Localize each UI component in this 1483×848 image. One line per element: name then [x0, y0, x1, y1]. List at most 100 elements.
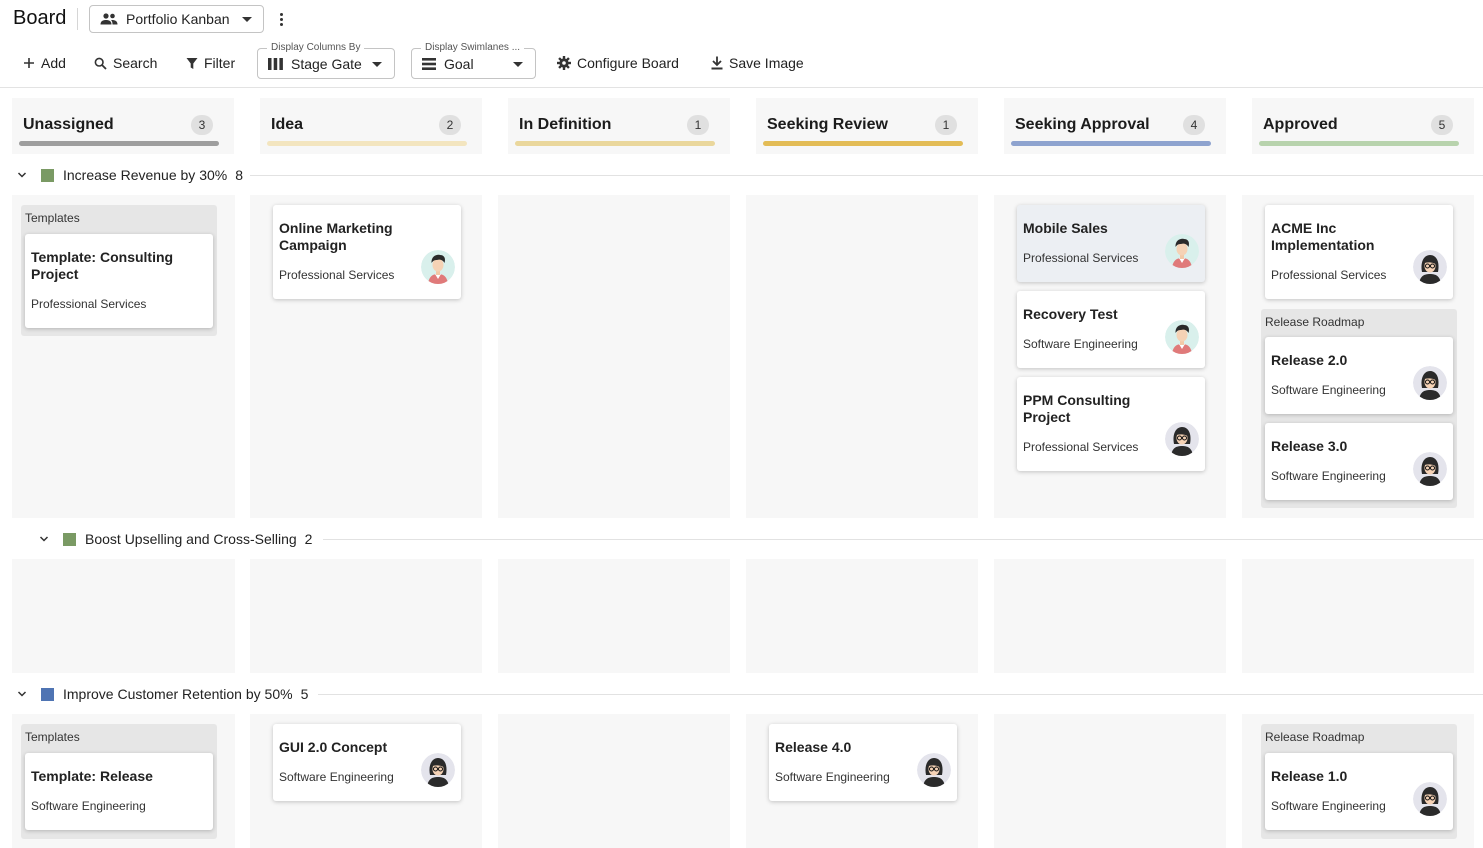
card-subtitle: Software Engineering — [775, 770, 890, 784]
card-release-1-0[interactable]: Release 1.0 Software Engineering — [1265, 753, 1453, 830]
column-color-bar — [19, 141, 219, 146]
avatar-icon — [421, 753, 455, 787]
lane-cell — [994, 714, 1226, 848]
card-online-marketing[interactable]: Online Marketing Campaign Professional S… — [273, 205, 461, 299]
search-button[interactable]: Search — [94, 52, 157, 74]
swimlane-divider — [318, 694, 1483, 695]
save-image-button[interactable]: Save Image — [711, 52, 804, 74]
column-count-badge: 5 — [1431, 115, 1453, 135]
add-label: Add — [41, 55, 66, 71]
card-template-consulting[interactable]: Template: Consulting Project Professiona… — [25, 234, 213, 328]
column-count-badge: 1 — [687, 115, 709, 135]
group-label: Templates — [25, 730, 80, 744]
swimlane-color-square — [63, 532, 76, 546]
lane-cell — [250, 559, 482, 673]
card-subtitle: Software Engineering — [1271, 383, 1386, 397]
lane-cell — [746, 559, 978, 673]
card-release-3-0[interactable]: Release 3.0 Software Engineering — [1265, 423, 1453, 500]
card-gui-concept[interactable]: GUI 2.0 Concept Software Engineering — [273, 724, 461, 801]
column-header-approved: Approved 5 — [1252, 98, 1474, 154]
people-icon — [100, 13, 118, 25]
avatar-icon — [1413, 782, 1447, 816]
configure-board-label: Configure Board — [577, 55, 679, 71]
avatar-icon — [1165, 320, 1199, 354]
card-title: PPM Consulting Project — [1023, 392, 1131, 425]
chevron-down-icon[interactable] — [17, 170, 27, 180]
display-swimlanes-value: Goal — [444, 55, 474, 72]
display-columns-value: Stage Gate — [291, 55, 362, 72]
avatar-icon — [421, 250, 455, 284]
card-title: Mobile Sales — [1023, 220, 1108, 236]
caret-down-icon — [372, 62, 382, 67]
divider — [77, 8, 78, 30]
card-ppm-consulting[interactable]: PPM Consulting Project Professional Serv… — [1017, 377, 1205, 471]
chevron-down-icon[interactable] — [17, 689, 27, 699]
card-title: Release 1.0 — [1271, 768, 1348, 784]
filter-button[interactable]: Filter — [186, 52, 235, 74]
gear-icon — [557, 56, 571, 70]
column-name: Approved — [1263, 116, 1338, 133]
card-subtitle: Software Engineering — [31, 799, 146, 813]
group-label: Release Roadmap — [1265, 315, 1365, 329]
caret-down-icon — [242, 17, 252, 22]
card-subtitle: Software Engineering — [1023, 337, 1138, 351]
card-subtitle: Professional Services — [1023, 440, 1139, 454]
card-subtitle: Software Engineering — [279, 770, 394, 784]
swimlane-color-square — [41, 687, 54, 701]
card-acme-implementation[interactable]: ACME Inc Implementation Professional Ser… — [1265, 205, 1453, 299]
card-template-release[interactable]: Template: Release Software Engineering — [25, 753, 213, 830]
avatar-icon — [1413, 366, 1447, 400]
swimlane-divider — [323, 539, 1483, 540]
card-subtitle: Software Engineering — [1271, 469, 1386, 483]
column-header-seeking-review: Seeking Review 1 — [756, 98, 978, 154]
display-swimlanes-legend: Display Swimlanes ... — [421, 42, 525, 53]
more-options-icon[interactable] — [272, 8, 290, 30]
swimlane-color-square — [41, 168, 54, 182]
lane-cell — [1242, 559, 1474, 673]
group-label: Release Roadmap — [1265, 730, 1365, 744]
avatar-icon — [917, 753, 951, 787]
display-columns-select[interactable]: Display Columns By Stage Gate — [257, 42, 395, 79]
column-color-bar — [1011, 141, 1211, 146]
card-release-4-0[interactable]: Release 4.0 Software Engineering — [769, 724, 957, 801]
column-name: In Definition — [519, 116, 612, 133]
lane-cell — [498, 559, 730, 673]
add-button[interactable]: Add — [23, 52, 66, 74]
card-title: GUI 2.0 Concept — [279, 739, 388, 755]
swimlane-header-improve-retention: Improve Customer Retention by 50% 5 — [17, 683, 308, 705]
column-count-badge: 3 — [191, 115, 213, 135]
caret-down-icon — [513, 62, 523, 67]
display-swimlanes-select[interactable]: Display Swimlanes ... Goal — [411, 42, 536, 79]
configure-board-button[interactable]: Configure Board — [557, 52, 679, 74]
column-color-bar — [515, 141, 715, 146]
swimlane-count: 8 — [235, 167, 244, 183]
card-title: Template: Release — [31, 768, 153, 784]
card-title: Template: Consulting Project — [31, 249, 174, 282]
swimlane-divider — [250, 175, 1483, 176]
card-subtitle: Professional Services — [279, 268, 395, 282]
column-color-bar — [267, 141, 467, 146]
swimlanes-icon — [422, 57, 436, 70]
search-label: Search — [113, 55, 158, 71]
chevron-down-icon[interactable] — [39, 534, 49, 544]
card-release-2-0[interactable]: Release 2.0 Software Engineering — [1265, 337, 1453, 414]
page-title: Board — [13, 7, 67, 29]
lane-cell — [12, 559, 235, 673]
card-subtitle: Professional Services — [1271, 268, 1387, 282]
filter-label: Filter — [204, 55, 236, 71]
column-name: Seeking Approval — [1015, 116, 1150, 133]
avatar-icon — [1165, 422, 1199, 456]
card-title: Recovery Test — [1023, 306, 1118, 322]
column-name: Unassigned — [23, 116, 114, 133]
column-name: Idea — [271, 116, 304, 133]
card-title: Online Marketing Campaign — [279, 220, 393, 253]
card-mobile-sales[interactable]: Mobile Sales Professional Services — [1017, 205, 1205, 282]
card-subtitle: Software Engineering — [1271, 799, 1386, 813]
view-select[interactable]: Portfolio Kanban — [89, 5, 264, 33]
avatar-icon — [1413, 452, 1447, 486]
card-recovery-test[interactable]: Recovery Test Software Engineering — [1017, 291, 1205, 368]
column-header-idea: Idea 2 — [260, 98, 482, 154]
column-header-in-definition: In Definition 1 — [508, 98, 730, 154]
card-subtitle: Professional Services — [31, 297, 147, 311]
plus-icon — [24, 58, 34, 68]
